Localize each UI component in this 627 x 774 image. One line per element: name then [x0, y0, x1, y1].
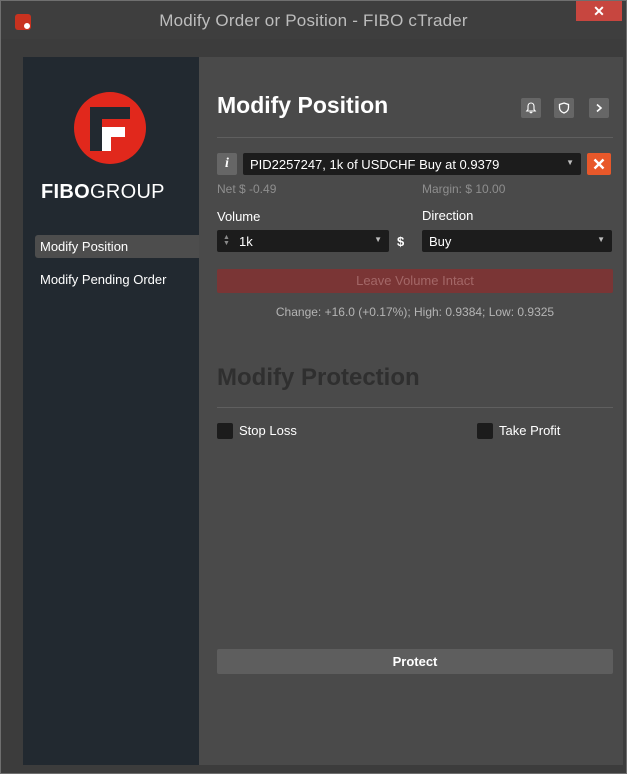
title-bar[interactable]: Modify Order or Position - FIBO cTrader …: [1, 1, 626, 39]
protect-button[interactable]: Protect: [217, 649, 613, 674]
section-title: Modify Protection: [217, 364, 420, 391]
brand-bold: FIBO: [41, 181, 90, 203]
bell-icon: [525, 102, 537, 114]
sidebar-item-modify-pending-order[interactable]: Modify Pending Order: [35, 268, 199, 291]
shield-icon: [558, 102, 570, 114]
dialog-body: FIBOGROUP Modify Position Modify Pending…: [23, 57, 623, 765]
brand-rest: GROUP: [89, 181, 165, 203]
net-pnl-text: Net $ -0.49: [217, 182, 277, 196]
fibo-logo-icon: [74, 92, 146, 164]
close-position-button[interactable]: [587, 153, 611, 175]
brand-name: FIBOGROUP: [41, 181, 191, 204]
protection-divider: [217, 407, 613, 408]
info-button[interactable]: i: [217, 153, 237, 175]
volume-label: Volume: [217, 209, 261, 224]
currency-symbol: $: [397, 234, 405, 249]
volume-stepper[interactable]: ▲ ▼ 1k ▼: [217, 230, 389, 252]
dropdown-arrow-icon: ▼: [597, 235, 605, 244]
alerts-button[interactable]: [521, 98, 541, 118]
sidebar: FIBOGROUP Modify Position Modify Pending…: [23, 57, 199, 765]
dropdown-arrow-icon[interactable]: ▼: [374, 235, 382, 244]
close-icon: [593, 158, 605, 170]
modify-order-window: Modify Order or Position - FIBO cTrader …: [0, 0, 627, 774]
window-title: Modify Order or Position - FIBO cTrader: [159, 11, 468, 30]
take-profit-label[interactable]: Take Profit: [499, 423, 560, 438]
chevron-right-icon: [596, 103, 603, 113]
header-divider: [217, 137, 613, 138]
margin-text: Margin: $ 10.00: [422, 182, 506, 196]
expand-button[interactable]: [589, 98, 609, 118]
direction-value: Buy: [429, 234, 452, 249]
stop-loss-label[interactable]: Stop Loss: [239, 423, 297, 438]
direction-label: Direction: [422, 208, 474, 223]
market-change-text: Change: +16.0 (+0.17%); High: 0.9384; Lo…: [275, 305, 555, 319]
sidebar-item-modify-position[interactable]: Modify Position: [35, 235, 199, 258]
page-title: Modify Position: [217, 92, 389, 118]
take-profit-checkbox[interactable]: [477, 423, 493, 439]
direction-select[interactable]: Buy ▼: [422, 230, 612, 252]
volume-value: 1k: [239, 234, 253, 249]
leave-volume-intact-button[interactable]: Leave Volume Intact: [217, 269, 613, 293]
dropdown-arrow-icon: ▼: [566, 158, 574, 167]
stop-loss-checkbox[interactable]: [217, 423, 233, 439]
position-select-value: PID2257247, 1k of USDCHF Buy at 0.9379: [250, 157, 500, 172]
protection-button[interactable]: [554, 98, 574, 118]
close-window-button[interactable]: ✕: [576, 1, 622, 21]
stepper-arrows-icon[interactable]: ▲ ▼: [223, 234, 230, 247]
position-select[interactable]: PID2257247, 1k of USDCHF Buy at 0.9379 ▼: [243, 153, 581, 175]
